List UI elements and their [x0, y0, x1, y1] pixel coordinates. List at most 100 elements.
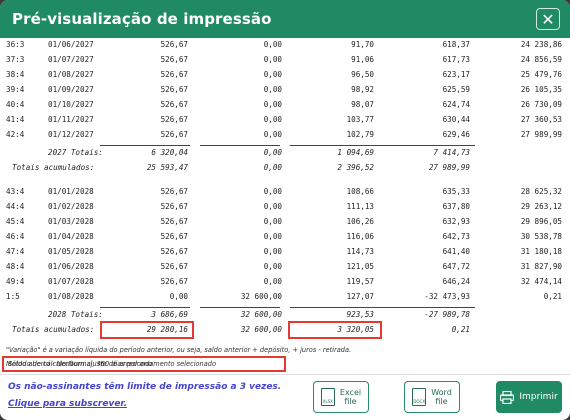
table-cell: 625,59 — [442, 85, 470, 94]
table-cell: 641,40 — [442, 247, 470, 256]
table-cell: -32 473,93 — [424, 292, 470, 301]
close-icon[interactable]: ✕ — [536, 8, 560, 30]
table-cell: 7 414,73 — [433, 148, 470, 157]
table-cell: 96,50 — [351, 70, 374, 79]
table-cell: 632,93 — [442, 217, 470, 226]
table-cell: 01/12/2027 — [48, 130, 94, 139]
table-cell: 617,73 — [442, 55, 470, 64]
table-cell: 31 827,90 — [520, 262, 562, 271]
table-cell: 111,13 — [346, 202, 374, 211]
table-cell: 32 600,00 — [240, 325, 282, 334]
table-cell: 39:4 — [6, 85, 25, 94]
preview-content[interactable]: 36:3 01/06/2027 526,67 0,00 91,70 618,37 24 23… — [0, 38, 570, 374]
print-button-label: Imprimir — [519, 392, 558, 402]
word-button[interactable]: DOCX Word file — [404, 381, 460, 413]
totals-row: 2028 Totais: 3 686,69 32 600,00 923,53 -27 9… — [0, 308, 570, 323]
table-cell: 0,00 — [263, 130, 282, 139]
excel-button-label: Excel file — [339, 388, 362, 406]
table-row: 40:4 01/10/2027 526,67 0,00 98,07 624,74 26 73… — [0, 98, 570, 113]
table-cell: 642,73 — [442, 232, 470, 241]
word-file-icon: DOCX — [412, 388, 427, 406]
table-cell: 98,07 — [351, 100, 374, 109]
table-cell: 24 856,59 — [520, 55, 562, 64]
table-cell: 119,57 — [346, 277, 374, 286]
table-cell: 526,67 — [160, 247, 188, 256]
table-cell: 29 896,05 — [520, 217, 562, 226]
table-cell: 0,21 — [451, 325, 470, 334]
table-cell: 0,00 — [263, 100, 282, 109]
table-cell: 45:4 — [6, 217, 25, 226]
table-cell: 32 474,14 — [520, 277, 562, 286]
table-cell: 01/02/2028 — [48, 202, 94, 211]
table-cell: 623,17 — [442, 70, 470, 79]
table-cell: 647,72 — [442, 262, 470, 271]
table-cell: 01/06/2028 — [48, 262, 94, 271]
table-cell: 635,33 — [442, 187, 470, 196]
table-cell: 49:4 — [6, 277, 25, 286]
table-cell: 01/05/2028 — [48, 247, 94, 256]
table-cell: 106,26 — [346, 217, 374, 226]
table-cell: 48:4 — [6, 262, 25, 271]
table-cell: 0,00 — [263, 202, 282, 211]
table-cell: 127,07 — [346, 292, 374, 301]
table-cell: 91,06 — [351, 55, 374, 64]
table-cell: 38:4 — [6, 70, 25, 79]
table-cell: 01/07/2027 — [48, 55, 94, 64]
table-cell: 0,00 — [263, 148, 282, 157]
table-row: 45:4 01/03/2028 526,67 0,00 106,26 632,93 29 8… — [0, 215, 570, 230]
table-cell: 37:3 — [6, 55, 25, 64]
table-cell: 91,70 — [351, 40, 374, 49]
table-cell: 923,53 — [346, 310, 374, 319]
table-cell: 0,00 — [263, 187, 282, 196]
table-cell: 24 238,86 — [520, 40, 562, 49]
table-row: 37:3 01/07/2027 526,67 0,00 91,06 617,73 24 85… — [0, 53, 570, 68]
table-cell: 27 989,99 — [520, 130, 562, 139]
table-cell: 32 600,00 — [240, 292, 282, 301]
table-cell: 36:3 — [6, 40, 25, 49]
table-cell: 01/06/2027 — [48, 40, 94, 49]
excel-button[interactable]: XLSX Excel file — [313, 381, 369, 413]
table-cell: 0,00 — [263, 115, 282, 124]
table-cell: 25 593,47 — [146, 163, 188, 172]
table-row: 36:3 01/06/2027 526,67 0,00 91,70 618,37 24 23… — [0, 38, 570, 53]
table-cell: 01/10/2027 — [48, 100, 94, 109]
totals-row: 2027 Totais: 6 320,04 0,00 1 094,69 7 414,73 — [0, 146, 570, 161]
table-row: 49:4 01/07/2028 526,67 0,00 119,57 646,24 32 4… — [0, 275, 570, 290]
table-cell: 0,00 — [263, 55, 282, 64]
table-cell: 25 479,76 — [520, 70, 562, 79]
table-cell: 0,00 — [263, 277, 282, 286]
table-cell: 41:4 — [6, 115, 25, 124]
table-cell: 01/04/2028 — [48, 232, 94, 241]
table-cell: 0,21 — [543, 292, 562, 301]
table-cell: 26 730,09 — [520, 100, 562, 109]
table-cell: 116,06 — [346, 232, 374, 241]
table-cell: 0,00 — [169, 292, 188, 301]
print-button[interactable]: Imprimir — [496, 381, 562, 413]
table-cell: 0,00 — [263, 70, 282, 79]
table-row: 43:4 01/01/2028 526,67 0,00 108,66 635,33 28 6… — [0, 185, 570, 200]
table-cell: 31 180,18 — [520, 247, 562, 256]
highlight-box — [100, 321, 194, 339]
table-row: 46:4 01/04/2028 526,67 0,00 116,06 642,73 30 5… — [0, 230, 570, 245]
table-cell: 0,00 — [263, 217, 282, 226]
totals-label: 2028 Totais: — [48, 310, 103, 319]
totals-label: 2027 Totais: — [48, 148, 103, 157]
table-cell: 114,73 — [346, 247, 374, 256]
table-cell: 526,67 — [160, 232, 188, 241]
printer-icon — [500, 390, 515, 404]
print-preview-dialog: Pré-visualização de impressão ✕ 36:3 01/0… — [0, 0, 570, 420]
table-cell: 526,67 — [160, 70, 188, 79]
table-cell: 526,67 — [160, 130, 188, 139]
totals-row: Totais acumulados: 25 593,47 0,00 2 396,52 2… — [0, 161, 570, 176]
table-cell: 01/01/2028 — [48, 187, 94, 196]
table-cell: 526,67 — [160, 277, 188, 286]
table-cell: 646,24 — [442, 277, 470, 286]
table-cell: 30 538,78 — [520, 232, 562, 241]
table-cell: 102,79 — [346, 130, 374, 139]
table-cell: 32 600,00 — [240, 310, 282, 319]
table-cell: 526,67 — [160, 55, 188, 64]
subscribe-link[interactable]: Clique para subscrever. — [8, 399, 127, 409]
table-cell: 2 396,52 — [337, 163, 374, 172]
table-cell: 01/08/2027 — [48, 70, 94, 79]
table-cell: 0,00 — [263, 40, 282, 49]
